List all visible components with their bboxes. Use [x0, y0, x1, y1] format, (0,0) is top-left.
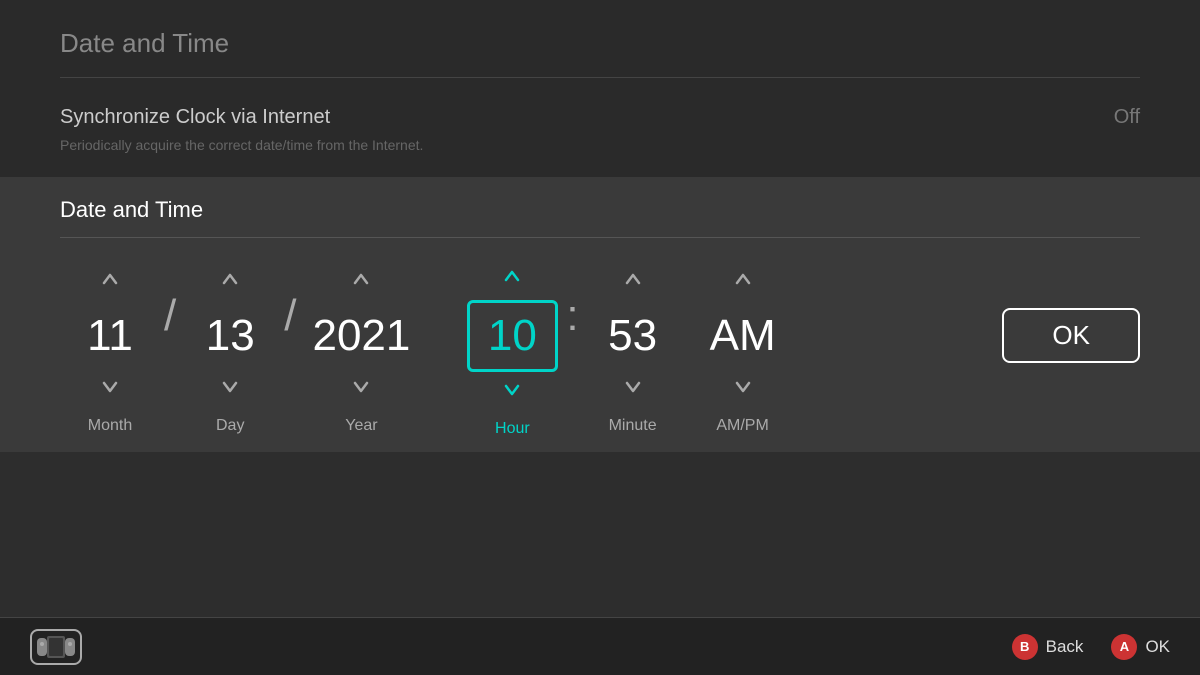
picker-col-minute: 53 Minute [583, 261, 683, 439]
bottom-actions: B Back A OK [1012, 634, 1170, 660]
year-value: 2021 [300, 303, 422, 369]
time-separator: : [562, 291, 582, 379]
ok-button[interactable]: OK [1002, 308, 1140, 363]
ok-action[interactable]: A OK [1111, 634, 1170, 660]
hour-down-button[interactable] [484, 372, 540, 414]
sync-label: Synchronize Clock via Internet [60, 106, 330, 129]
a-button[interactable]: A [1111, 634, 1137, 660]
month-label: Month [88, 417, 132, 435]
hour-value: 10 [467, 300, 558, 372]
day-label: Day [216, 417, 244, 435]
date-separator: / [280, 291, 300, 379]
hour-label: Hour [495, 420, 530, 438]
back-action[interactable]: B Back [1012, 634, 1084, 660]
day-value: 13 [190, 303, 270, 369]
ampm-up-button[interactable] [715, 261, 771, 303]
picker-col-day: 13 Day [180, 261, 280, 439]
year-down-button[interactable] [333, 369, 389, 411]
sync-description: Periodically acquire the correct date/ti… [60, 137, 1140, 153]
date-time-section: Date and Time 11 Month/ 13 Day/ 2021 Yea… [0, 177, 1200, 452]
back-label: Back [1046, 637, 1084, 657]
minute-value: 53 [593, 303, 673, 369]
picker-col-ampm: AM AM/PM [693, 261, 793, 439]
ampm-value: AM [698, 303, 788, 369]
day-up-button[interactable] [202, 261, 258, 303]
year-label: Year [345, 417, 377, 435]
ampm-label: AM/PM [716, 417, 768, 435]
bottom-bar: B Back A OK [0, 617, 1200, 675]
picker-col-year: 2021 Year [300, 261, 422, 439]
ampm-down-button[interactable] [715, 369, 771, 411]
minute-down-button[interactable] [605, 369, 661, 411]
section-title: Date and Time [60, 197, 1140, 223]
minute-up-button[interactable] [605, 261, 661, 303]
year-up-button[interactable] [333, 261, 389, 303]
hour-up-button[interactable] [484, 258, 540, 300]
b-button[interactable]: B [1012, 634, 1038, 660]
page-title: Date and Time [60, 28, 1140, 59]
sync-row: Synchronize Clock via Internet Off [60, 106, 1140, 129]
minute-label: Minute [609, 417, 657, 435]
sync-value: Off [1114, 106, 1140, 129]
picker-col-month: 11 Month [60, 261, 160, 439]
ok-button-wrap: OK [1002, 308, 1140, 393]
switch-console-icon [30, 629, 82, 665]
date-separator: / [160, 291, 180, 379]
day-down-button[interactable] [202, 369, 258, 411]
top-section: Date and Time Synchronize Clock via Inte… [0, 0, 1200, 177]
picker-col-hour: 10 Hour [462, 258, 562, 442]
month-value: 11 [70, 303, 150, 369]
top-divider [60, 77, 1140, 78]
picker-area: 11 Month/ 13 Day/ 2021 Year 10 Hour: 53 … [60, 238, 1140, 452]
month-down-button[interactable] [82, 369, 138, 411]
month-up-button[interactable] [82, 261, 138, 303]
ok-bottom-label: OK [1145, 637, 1170, 657]
